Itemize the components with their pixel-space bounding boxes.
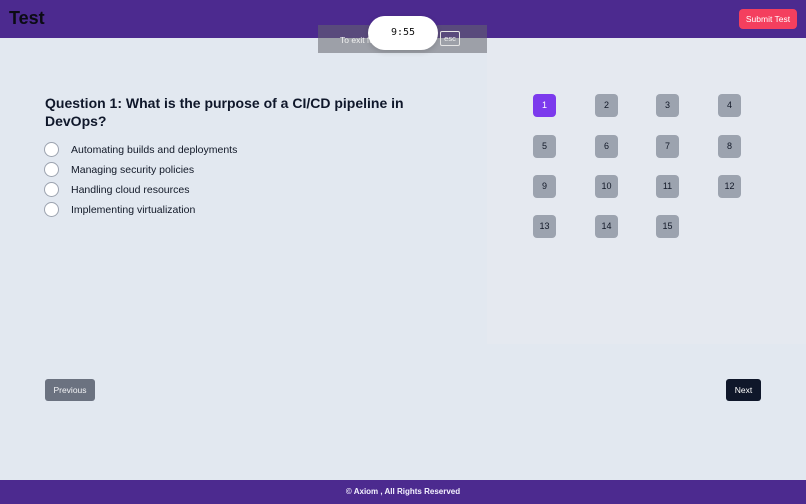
option-3[interactable]: Handling cloud resources [44, 182, 304, 198]
previous-button[interactable]: Previous [45, 379, 95, 401]
option-label: Implementing virtualization [71, 204, 196, 216]
question-nav-button-8[interactable]: 8 [718, 135, 741, 158]
option-radio[interactable] [44, 142, 59, 157]
footer: © Axiom , All Rights Reserved [0, 480, 806, 504]
option-radio[interactable] [44, 202, 59, 217]
option-1[interactable]: Automating builds and deployments [44, 142, 304, 158]
option-2[interactable]: Managing security policies [44, 162, 304, 178]
question-nav-button-5[interactable]: 5 [533, 135, 556, 158]
next-button[interactable]: Next [726, 379, 761, 401]
question-nav-button-6[interactable]: 6 [595, 135, 618, 158]
option-4[interactable]: Implementing virtualization [44, 202, 304, 218]
option-label: Automating builds and deployments [71, 144, 238, 156]
question-nav-button-7[interactable]: 7 [656, 135, 679, 158]
countdown-timer: 9:55 [368, 16, 438, 50]
option-radio[interactable] [44, 162, 59, 177]
question-nav-button-1[interactable]: 1 [533, 94, 556, 117]
question-nav-button-15[interactable]: 15 [656, 215, 679, 238]
question-nav-button-4[interactable]: 4 [718, 94, 741, 117]
page-title: Test [9, 8, 45, 28]
question-nav-button-10[interactable]: 10 [595, 175, 618, 198]
esc-key-hint: esc [440, 31, 460, 46]
question-nav-button-14[interactable]: 14 [595, 215, 618, 238]
option-label: Handling cloud resources [71, 184, 190, 196]
question-nav-button-3[interactable]: 3 [656, 94, 679, 117]
submit-test-button[interactable]: Submit Test [739, 9, 797, 29]
option-radio[interactable] [44, 182, 59, 197]
question-nav-button-11[interactable]: 11 [656, 175, 679, 198]
question-nav-button-2[interactable]: 2 [595, 94, 618, 117]
question-nav-button-12[interactable]: 12 [718, 175, 741, 198]
question-title: Question 1: What is the purpose of a CI/… [45, 95, 404, 129]
option-label: Managing security policies [71, 164, 195, 176]
question-nav-button-9[interactable]: 9 [533, 175, 556, 198]
question-nav-button-13[interactable]: 13 [533, 215, 556, 238]
